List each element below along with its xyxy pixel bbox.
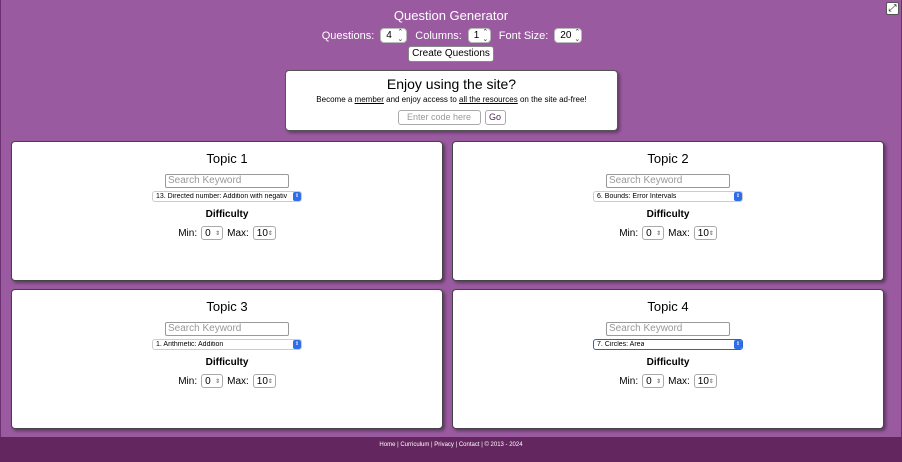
max-label: Max: (668, 375, 690, 387)
max-label: Max: (227, 227, 249, 239)
go-button[interactable]: Go (484, 110, 506, 125)
difficulty-label: Difficulty (205, 209, 249, 220)
footer-privacy-link[interactable]: Privacy (434, 442, 454, 448)
footer-copyright: © 2013 - 2024 (484, 442, 523, 448)
spinner-arrows-icon[interactable]: ⇕ (268, 230, 273, 237)
promo-text-after: on the site ad-free! (517, 95, 587, 104)
font-size-label: Font Size: (498, 29, 549, 42)
topic-card-4: Topic 4 Search Keyword 7. Circles: Area … (452, 289, 884, 429)
difficulty-label: Difficulty (646, 357, 690, 368)
font-size-value: 20 (560, 30, 572, 41)
questions-stepper[interactable]: 4 ⌃ ⌄ (380, 28, 408, 43)
dropdown-chevron-icon: ⇕ (293, 192, 301, 201)
min-label: Min: (619, 375, 639, 387)
topic-select-value: 1. Arithmetic: Addition (156, 341, 224, 348)
max-stepper[interactable]: 10 ⇕ (252, 374, 276, 388)
topic-select-value: 13. Directed number: Addition with negat… (156, 193, 288, 200)
topic-select[interactable]: 13. Directed number: Addition with negat… (152, 191, 302, 202)
difficulty-label: Difficulty (205, 357, 249, 368)
topic-select[interactable]: 7. Circles: Area ⇕ (593, 339, 743, 350)
spinner-arrows-icon[interactable]: ⇕ (215, 230, 220, 237)
topic-card-2: Topic 2 Search Keyword 6. Bounds: Error … (452, 141, 884, 281)
settings-bar: Questions: 4 ⌃ ⌄ Columns: 1 ⌃ ⌄ Font Size:… (0, 28, 902, 43)
footer: Home | Curriculum | Privacy | Contact | … (0, 437, 902, 462)
dropdown-chevron-icon: ⇕ (734, 340, 742, 349)
spinner-arrows-icon[interactable]: ⌃ ⌄ (574, 29, 580, 43)
footer-contact-link[interactable]: Contact (459, 442, 480, 448)
search-keyword-input[interactable]: Search Keyword (165, 174, 289, 188)
promo-text-before: Become a (316, 95, 355, 104)
questions-value: 4 (386, 30, 392, 41)
difficulty-range: Min: 0 ⇕ Max: 10 ⇕ (12, 374, 442, 388)
min-stepper[interactable]: 0 ⇕ (201, 374, 224, 388)
columns-stepper[interactable]: 1 ⌃ ⌄ (467, 28, 491, 43)
spinner-arrows-icon[interactable]: ⇕ (268, 378, 273, 385)
spinner-arrows-icon[interactable]: ⇕ (656, 378, 661, 385)
min-stepper[interactable]: 0 ⇕ (201, 226, 224, 240)
spinner-arrows-icon[interactable]: ⇕ (215, 378, 220, 385)
max-stepper[interactable]: 10 ⇕ (693, 374, 717, 388)
columns-label: Columns: (415, 29, 462, 42)
promo-heading: Enjoy using the site? (386, 76, 517, 92)
promo-text: Become a member and enjoy access to all … (286, 95, 617, 104)
search-keyword-input[interactable]: Search Keyword (606, 322, 730, 336)
max-value: 10 (256, 375, 268, 387)
min-value: 0 (646, 375, 652, 387)
max-stepper[interactable]: 10 ⇕ (693, 226, 717, 240)
difficulty-range: Min: 0 ⇕ Max: 10 ⇕ (453, 374, 883, 388)
topic-title: Topic 2 (647, 151, 689, 166)
min-stepper[interactable]: 0 ⇕ (642, 226, 665, 240)
promo-box: Enjoy using the site? Become a member an… (285, 70, 618, 131)
spinner-arrows-icon[interactable]: ⇕ (709, 378, 714, 385)
topic-title: Topic 4 (647, 299, 689, 314)
difficulty-range: Min: 0 ⇕ Max: 10 ⇕ (453, 226, 883, 240)
footer-curriculum-link[interactable]: Curriculum (400, 442, 429, 448)
topic-title: Topic 1 (206, 151, 248, 166)
min-label: Min: (178, 375, 198, 387)
font-size-stepper[interactable]: 20 ⌃ ⌄ (554, 28, 583, 43)
dropdown-chevron-icon: ⇕ (293, 340, 301, 349)
max-label: Max: (668, 227, 690, 239)
topic-title: Topic 3 (206, 299, 248, 314)
topic-card-3: Topic 3 Search Keyword 1. Arithmetic: Ad… (11, 289, 443, 429)
min-value: 0 (646, 227, 652, 239)
max-stepper[interactable]: 10 ⇕ (252, 226, 276, 240)
topic-card-1: Topic 1 Search Keyword 13. Directed numb… (11, 141, 443, 281)
max-value: 10 (256, 227, 268, 239)
dropdown-chevron-icon: ⇕ (734, 192, 742, 201)
spinner-arrows-icon[interactable]: ⇕ (709, 230, 714, 237)
min-stepper[interactable]: 0 ⇕ (642, 374, 665, 388)
member-link[interactable]: member (355, 95, 384, 104)
code-input[interactable]: Enter code here (397, 110, 481, 125)
max-label: Max: (227, 375, 249, 387)
footer-home-link[interactable]: Home (379, 442, 395, 448)
questions-label: Questions: (321, 29, 375, 42)
columns-value: 1 (473, 30, 480, 41)
min-value: 0 (205, 227, 211, 239)
max-value: 10 (697, 227, 709, 239)
difficulty-range: Min: 0 ⇕ Max: 10 ⇕ (12, 226, 442, 240)
promo-text-middle: and enjoy access to (383, 95, 460, 104)
min-label: Min: (619, 227, 639, 239)
spinner-arrows-icon[interactable]: ⌃ ⌄ (482, 29, 488, 43)
topic-select-value: 7. Circles: Area (597, 341, 645, 348)
topic-select[interactable]: 1. Arithmetic: Addition ⇕ (152, 339, 302, 350)
max-value: 10 (697, 375, 709, 387)
difficulty-label: Difficulty (646, 209, 690, 220)
spinner-arrows-icon[interactable]: ⇕ (656, 230, 661, 237)
search-keyword-input[interactable]: Search Keyword (165, 322, 289, 336)
min-value: 0 (205, 375, 211, 387)
search-keyword-input[interactable]: Search Keyword (606, 174, 730, 188)
spinner-arrows-icon[interactable]: ⌃ ⌄ (397, 29, 403, 43)
topic-select-value: 6. Bounds: Error Intervals (597, 193, 677, 200)
create-questions-button[interactable]: Create Questions (408, 46, 494, 62)
topic-select[interactable]: 6. Bounds: Error Intervals ⇕ (593, 191, 743, 202)
page-title: Question Generator (393, 8, 509, 23)
min-label: Min: (178, 227, 198, 239)
resources-link[interactable]: all the resources (459, 95, 518, 104)
code-row: Enter code here Go (286, 110, 617, 125)
